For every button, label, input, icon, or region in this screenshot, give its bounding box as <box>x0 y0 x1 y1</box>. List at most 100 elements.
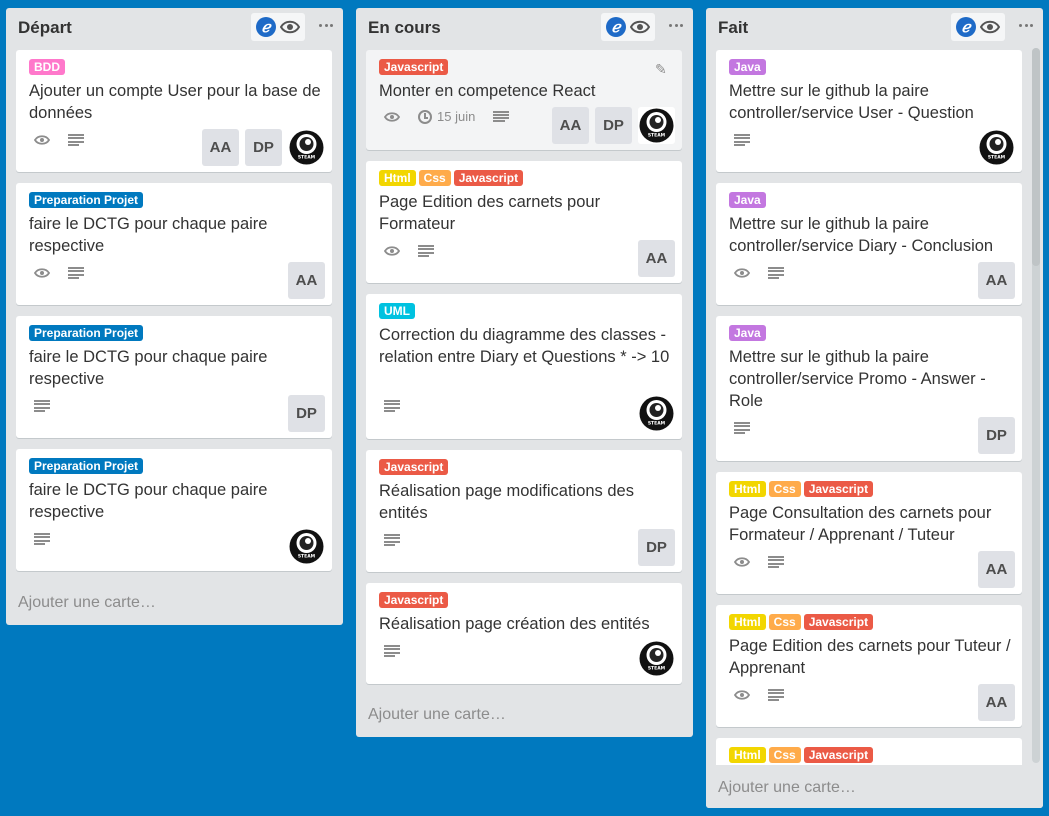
label-html[interactable]: Html <box>379 170 416 186</box>
card[interactable]: Java Mettre sur le github la paire contr… <box>716 50 1022 172</box>
steam-avatar-icon[interactable]: STEAM <box>288 129 325 166</box>
label-html[interactable]: Html <box>729 481 766 497</box>
member-avatar[interactable]: AA <box>978 262 1015 299</box>
list-menu-icon[interactable] <box>1019 18 1033 32</box>
member-avatar[interactable]: DP <box>978 417 1015 454</box>
description-icon <box>34 400 50 412</box>
add-card-button[interactable]: Ajouter une carte… <box>718 779 856 797</box>
card[interactable]: Javascript Réalisation page création des… <box>366 583 682 684</box>
label-bdd[interactable]: BDD <box>29 59 65 75</box>
steam-avatar-icon[interactable]: STEAM <box>978 129 1015 166</box>
eye-icon[interactable] <box>630 20 650 34</box>
steam-avatar-icon[interactable]: STEAM <box>288 528 325 565</box>
watch-eye-icon <box>34 268 50 278</box>
description-icon <box>768 267 784 279</box>
list-header[interactable]: Fait ℯ <box>706 8 1043 48</box>
member-avatar[interactable]: AA <box>978 551 1015 588</box>
list-badges[interactable]: ℯ <box>601 13 655 41</box>
watch-eye-icon <box>384 246 400 256</box>
e-power-up-icon[interactable]: ℯ <box>606 17 626 37</box>
label-javascript[interactable]: Javascript <box>803 481 874 497</box>
description-icon <box>768 689 784 701</box>
steam-avatar-icon[interactable]: STEAM <box>638 640 675 677</box>
watch-eye-icon <box>34 135 50 145</box>
due-date-badge[interactable]: 15 juin <box>418 109 475 124</box>
label-java[interactable]: Java <box>729 59 766 75</box>
label-javascript[interactable]: Javascript <box>803 614 874 630</box>
eye-icon[interactable] <box>280 20 300 34</box>
label-preparation-projet[interactable]: Preparation Projet <box>29 325 144 341</box>
label-css[interactable]: Css <box>768 747 801 763</box>
member-avatar[interactable]: AA <box>978 684 1015 721</box>
label-java[interactable]: Java <box>729 325 766 341</box>
card[interactable]: Javascript Réalisation page modification… <box>366 450 682 572</box>
card[interactable]: Html Css Javascript Page Edition des car… <box>366 161 682 283</box>
card[interactable]: UML Correction du diagramme des classes … <box>366 294 682 439</box>
svg-text:STEAM: STEAM <box>648 133 666 139</box>
member-avatar[interactable]: AA <box>638 240 675 277</box>
member-avatar[interactable]: DP <box>245 129 282 166</box>
card[interactable]: Java Mettre sur le github la paire contr… <box>716 316 1022 461</box>
e-power-up-icon[interactable]: ℯ <box>256 17 276 37</box>
card-title: Monter en competence React <box>379 82 596 100</box>
list-en-cours: En cours ℯ Javascript ✎ Monter en compet… <box>356 8 693 737</box>
list-fait: Fait ℯ Java Mettre sur le github la pair… <box>706 8 1043 808</box>
list-title[interactable]: Fait <box>718 18 748 38</box>
label-css[interactable]: Css <box>418 170 451 186</box>
list-header[interactable]: Départ ℯ <box>6 8 343 48</box>
member-avatar[interactable]: DP <box>288 395 325 432</box>
card[interactable]: Html Css Javascript <box>716 738 1022 768</box>
card[interactable]: Preparation Projet faire le DCTG pour ch… <box>16 449 332 571</box>
label-preparation-projet[interactable]: Preparation Projet <box>29 192 144 208</box>
description-icon <box>34 533 50 545</box>
description-icon <box>384 645 400 657</box>
card[interactable]: Html Css Javascript Page Consultation de… <box>716 472 1022 594</box>
card-title: Page Edition des carnets pour Formateur <box>379 193 601 233</box>
card-title: Mettre sur le github la paire controller… <box>729 215 994 255</box>
card[interactable]: BDD Ajouter un compte User pour la base … <box>16 50 332 172</box>
add-card-button[interactable]: Ajouter une carte… <box>18 594 156 612</box>
edit-pencil-icon[interactable]: ✎ <box>655 62 669 76</box>
label-html[interactable]: Html <box>729 614 766 630</box>
member-avatar[interactable]: AA <box>552 107 589 144</box>
card-title: faire le DCTG pour chaque paire respecti… <box>29 215 268 255</box>
watch-eye-icon <box>734 268 750 278</box>
card[interactable]: Java Mettre sur le github la paire contr… <box>716 183 1022 305</box>
card[interactable]: Preparation Projet faire le DCTG pour ch… <box>16 183 332 305</box>
list-title[interactable]: Départ <box>18 18 72 38</box>
label-javascript[interactable]: Javascript <box>379 592 449 608</box>
member-avatar[interactable]: DP <box>638 529 675 566</box>
card[interactable]: Javascript ✎ Monter en competence React … <box>366 50 682 150</box>
list-badges[interactable]: ℯ <box>951 13 1005 41</box>
list-badges[interactable]: ℯ <box>251 13 305 41</box>
list-menu-icon[interactable] <box>669 18 683 32</box>
steam-avatar-icon[interactable]: STEAM <box>638 395 675 432</box>
add-card-area: Ajouter une carte… <box>706 765 1043 808</box>
list-title[interactable]: En cours <box>368 18 441 38</box>
e-power-up-icon[interactable]: ℯ <box>956 17 976 37</box>
member-avatar[interactable]: AA <box>288 262 325 299</box>
label-javascript[interactable]: Javascript <box>453 170 524 186</box>
label-uml[interactable]: UML <box>379 303 415 319</box>
member-avatar[interactable]: DP <box>595 107 632 144</box>
label-javascript[interactable]: Javascript <box>379 459 449 475</box>
label-html[interactable]: Html <box>729 747 766 763</box>
label-preparation-projet[interactable]: Preparation Projet <box>29 458 144 474</box>
svg-text:STEAM: STEAM <box>988 155 1006 161</box>
label-javascript[interactable]: Javascript <box>803 747 874 763</box>
add-card-button[interactable]: Ajouter une carte… <box>368 706 506 724</box>
description-icon <box>384 400 400 412</box>
label-css[interactable]: Css <box>768 614 801 630</box>
member-avatar[interactable]: AA <box>202 129 239 166</box>
card[interactable]: Html Css Javascript Page Edition des car… <box>716 605 1022 727</box>
label-javascript[interactable]: Javascript <box>379 59 449 75</box>
eye-icon[interactable] <box>980 20 1000 34</box>
label-java[interactable]: Java <box>729 192 766 208</box>
list-menu-icon[interactable] <box>319 18 333 32</box>
card-title: Réalisation page modifications des entit… <box>379 482 634 522</box>
steam-avatar-icon[interactable]: STEAM <box>638 107 675 144</box>
card[interactable]: Preparation Projet faire le DCTG pour ch… <box>16 316 332 438</box>
label-css[interactable]: Css <box>768 481 801 497</box>
list-header[interactable]: En cours ℯ <box>356 8 693 48</box>
card-title: Mettre sur le github la paire controller… <box>729 348 986 410</box>
